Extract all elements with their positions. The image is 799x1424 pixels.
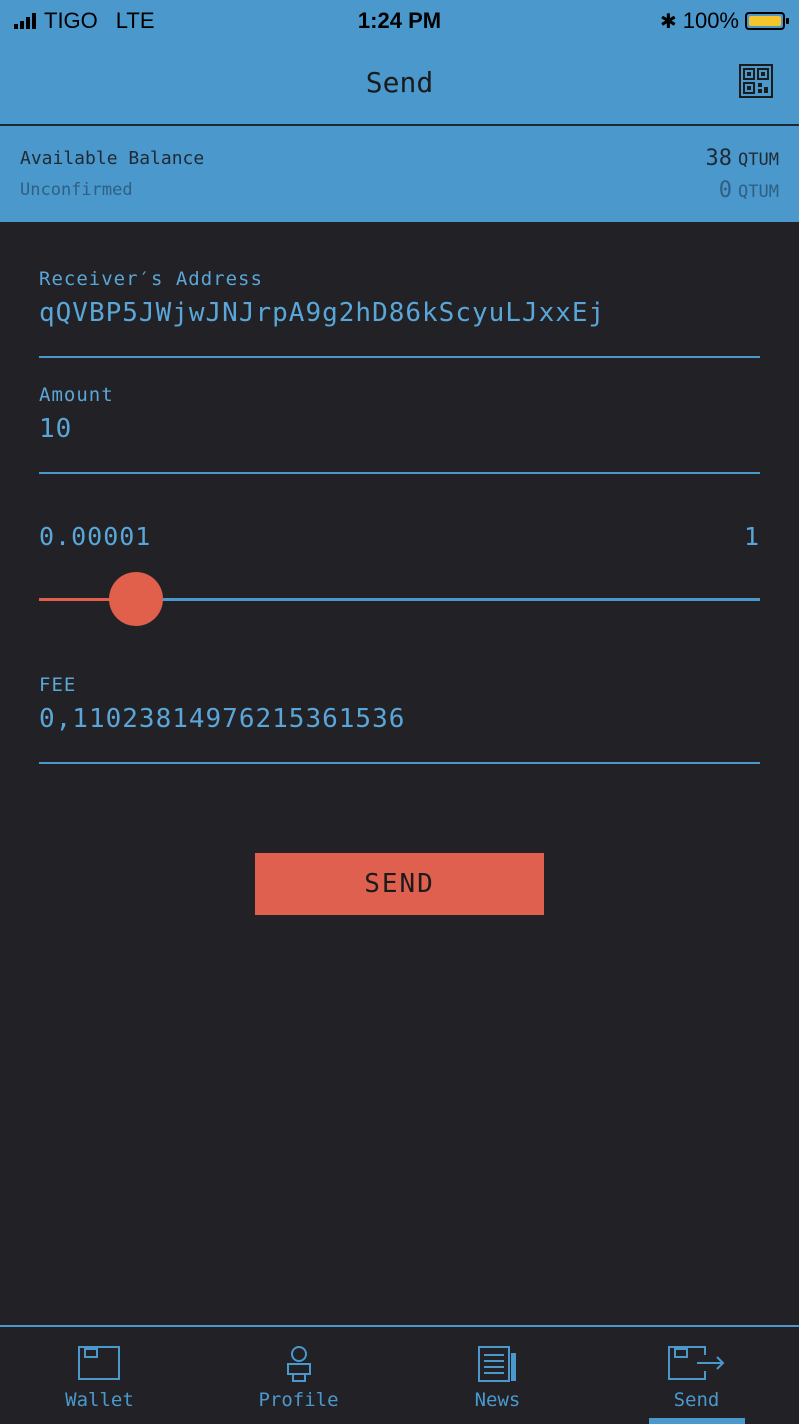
news-icon [477,1346,516,1382]
tab-send[interactable]: Send [597,1327,796,1424]
battery-info: ✱ 100% [659,8,789,34]
slider-thumb[interactable] [109,572,164,626]
fee-label: FEE [39,674,77,696]
tab-profile-label: Profile [258,1389,339,1411]
unconfirmed-amount: 0 [718,178,733,203]
tab-news[interactable]: News [398,1327,597,1424]
active-tab-indicator [648,1418,745,1424]
qr-code-icon[interactable] [739,64,773,98]
send-button[interactable]: SEND [255,853,544,915]
tab-wallet-label: Wallet [65,1389,134,1411]
unconfirmed-value: 0 QTUM [719,178,779,203]
battery-percent: 100% [682,8,739,33]
balance-panel: Available Balance Unconfirmed 38 QTUM 0 QT… [0,126,799,222]
tab-bar: Wallet Profile News Send [0,1325,799,1424]
unconfirmed-label: Unconfirmed [20,180,133,200]
available-balance-value: 38 QTUM [706,146,779,171]
bluetooth-icon: ✱ [659,10,677,33]
fee-min-label: 0.00001 [39,522,152,551]
address-input[interactable]: qQVBP5JWjwJNJrpA9g2hD86kScyuLJxxEj [39,298,760,328]
battery-icon [745,12,789,30]
available-unit: QTUM [738,150,779,170]
available-balance-label: Available Balance [20,148,205,169]
tab-profile[interactable]: Profile [199,1327,398,1424]
unconfirmed-unit: QTUM [738,182,779,202]
tab-wallet[interactable]: Wallet [0,1327,199,1424]
fee-field[interactable]: FEE 0,11023814976215361536 [39,674,760,764]
amount-label: Amount [39,384,114,406]
tab-news-label: News [474,1389,521,1411]
fee-max-label: 1 [743,522,760,551]
fee-slider[interactable] [39,572,760,626]
available-amount: 38 [705,146,733,171]
page-title: Send [365,66,434,99]
profile-icon [286,1346,311,1382]
address-field[interactable]: Receiver′s Address qQVBP5JWjwJNJrpA9g2hD… [39,268,760,358]
status-bar: TIGO LTE 1:24 PM ✱ 100% [0,0,799,40]
send-icon [667,1346,724,1380]
amount-field[interactable]: Amount 10 [39,384,760,474]
tab-send-label: Send [673,1389,720,1411]
top-bar: TIGO LTE 1:24 PM ✱ 100% Send [0,0,799,126]
amount-input[interactable]: 10 [39,414,760,444]
address-label: Receiver′s Address [39,268,263,290]
fee-input[interactable]: 0,11023814976215361536 [39,704,760,734]
wallet-icon [77,1346,120,1380]
